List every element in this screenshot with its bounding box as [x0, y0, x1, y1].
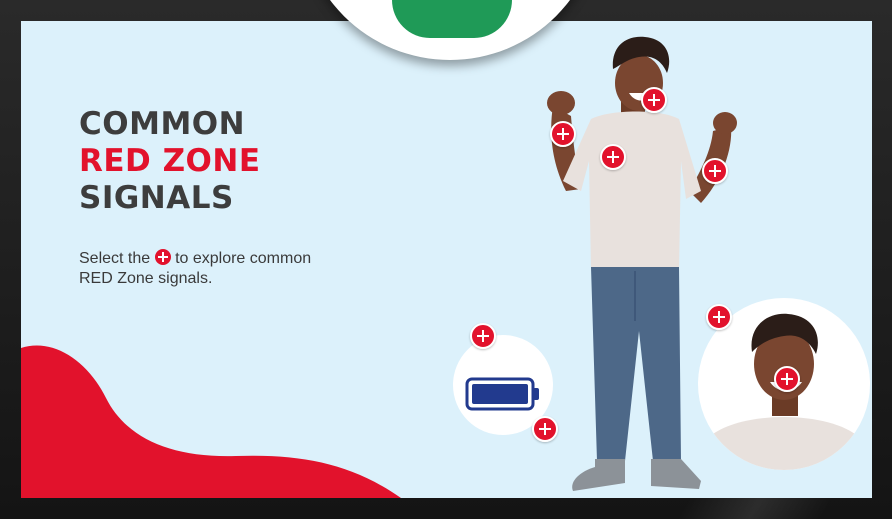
- slide-screen: COMMON RED ZONE SIGNALS Select the to ex…: [21, 21, 872, 498]
- hotspot-face[interactable]: [641, 87, 667, 113]
- green-badge-inner: [392, 0, 512, 38]
- hotspot-chest-center[interactable]: [600, 144, 626, 170]
- hotspot-legs[interactable]: [532, 416, 558, 442]
- hotspot-chest-left[interactable]: [550, 121, 576, 147]
- hotspot-face-closeup-cheek[interactable]: [774, 366, 800, 392]
- slide-title: COMMON RED ZONE SIGNALS: [79, 106, 261, 217]
- title-line-1: COMMON: [79, 106, 246, 142]
- plus-circle-icon: [154, 249, 171, 265]
- hotspot-face-closeup-top[interactable]: [706, 304, 732, 330]
- red-wave-decoration: [21, 345, 401, 498]
- title-line-3: SIGNALS: [79, 180, 234, 216]
- low-battery-icon: [465, 377, 539, 411]
- hotspot-battery[interactable]: [470, 323, 496, 349]
- hotspot-arm-right[interactable]: [702, 158, 728, 184]
- instructions-text: Select the to explore common RED Zone si…: [79, 249, 339, 289]
- instructions-part-1: Select the: [79, 250, 151, 267]
- title-line-2-red-zone: RED ZONE: [79, 143, 261, 179]
